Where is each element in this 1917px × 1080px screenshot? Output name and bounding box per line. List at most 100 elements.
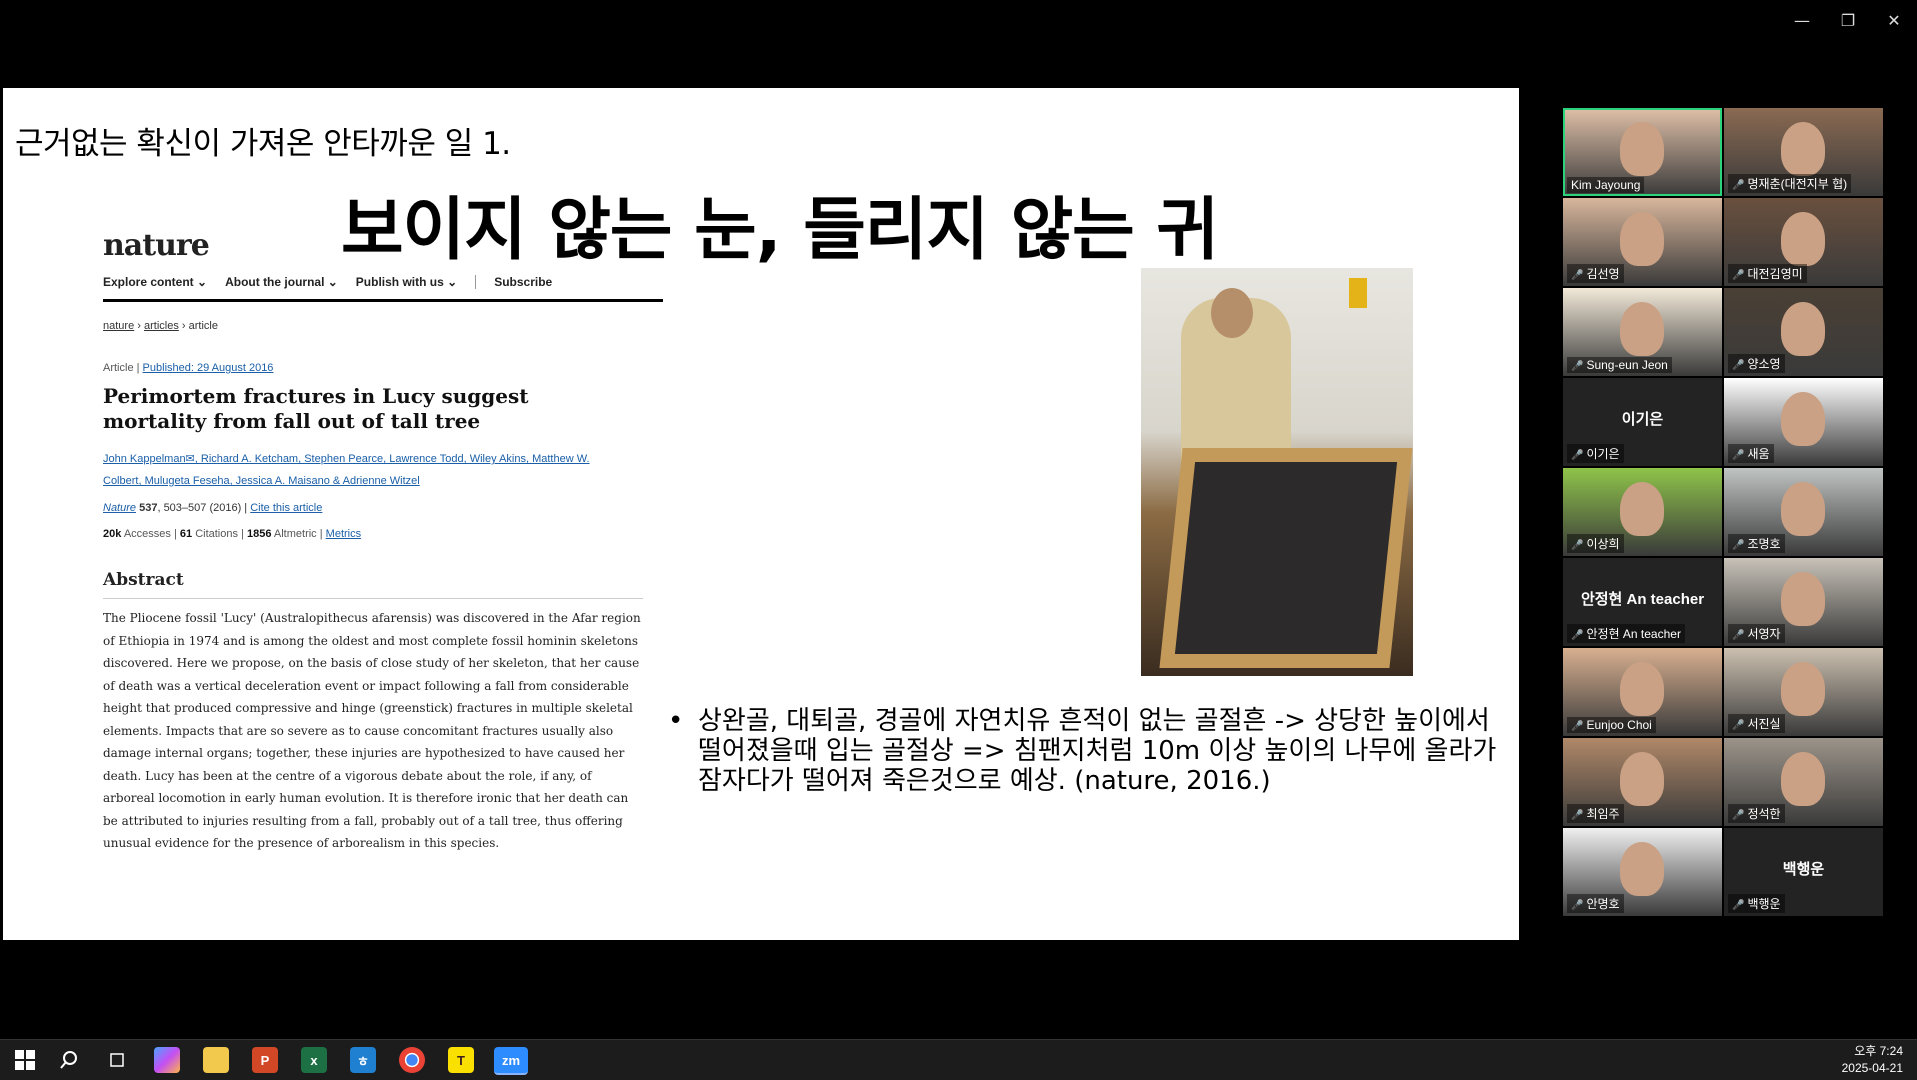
participant-name: 🎤 서진실 (1728, 714, 1785, 733)
accesses-label: Accesses (123, 528, 171, 540)
participant-name: 🎤 백행운 (1728, 894, 1785, 913)
participant-video (1781, 392, 1825, 446)
journal-volume: 537 (139, 502, 158, 514)
participant-name: 🎤 이기은 (1567, 444, 1624, 463)
fossil-tray (1159, 448, 1413, 668)
file-explorer-icon[interactable] (203, 1047, 229, 1073)
system-clock[interactable]: 오후 7:24 2025-04-21 (1842, 1043, 1903, 1077)
excel-icon[interactable]: x (301, 1047, 327, 1073)
powerpoint-icon[interactable]: P (252, 1047, 278, 1073)
windows-start-icon[interactable] (12, 1047, 38, 1073)
kakaotalk-icon[interactable]: T (448, 1047, 474, 1073)
abstract-text: The Pliocene fossil 'Lucy' (Australopith… (103, 611, 641, 850)
participant-tile[interactable]: 🎤 새움 (1724, 378, 1883, 466)
participant-tile[interactable]: 🎤 양소영 (1724, 288, 1883, 376)
bullet-icon: • (668, 706, 684, 736)
minimize-button[interactable]: — (1779, 0, 1825, 40)
metrics-link: Metrics (325, 528, 362, 540)
muted-mic-icon: 🎤 (1732, 810, 1745, 821)
participant-name: 🎤 안정현 An teacher (1567, 624, 1685, 643)
participant-display-name: 이기은 (1621, 411, 1664, 428)
participant-name-text: Kim Jayoung (1571, 178, 1641, 192)
participant-name-text: 안명호 (1586, 897, 1620, 911)
participant-tile[interactable]: 백행운 🎤 백행운 (1724, 828, 1883, 916)
nav-publish: Publish with us ⌄ (355, 275, 458, 289)
participant-name-text: 양소영 (1747, 357, 1781, 371)
chrome-icon[interactable] (399, 1047, 425, 1073)
abstract-heading: Abstract (103, 570, 643, 599)
muted-mic-icon: 🎤 (1732, 360, 1745, 371)
muted-mic-icon: 🎤 (1732, 180, 1745, 191)
citations-label: Citations (195, 528, 238, 540)
participant-name-text: 이기은 (1586, 447, 1620, 461)
hangul-icon[interactable]: ㅎ (350, 1047, 376, 1073)
task-view-icon[interactable] (104, 1047, 130, 1073)
participant-tile[interactable]: 🎤 서진실 (1724, 648, 1883, 736)
participant-tile[interactable]: 🎤 최임주 (1563, 738, 1722, 826)
participant-name: 🎤 정석한 (1728, 804, 1785, 823)
participant-name-text: 서진실 (1747, 717, 1781, 731)
participant-name-text: Sung-eun Jeon (1586, 358, 1668, 372)
participant-video (1620, 662, 1664, 716)
participant-name-text: 새움 (1747, 447, 1770, 461)
lucy-fossil-photo (1141, 268, 1413, 676)
participant-video (1781, 482, 1825, 536)
nature-logo: nature (103, 228, 210, 263)
breadcrumb: nature › articles › article (103, 320, 663, 332)
bullet-text: 상완골, 대퇴골, 경골에 자연치유 흔적이 없는 골절흔 -> 상당한 높이에… (698, 706, 1497, 796)
accesses-count: 20k (103, 528, 122, 540)
slide-heading: 근거없는 확신이 가져온 안타까운 일 1. (15, 126, 511, 162)
slide-bullet: • 상완골, 대퇴골, 경골에 자연치유 흔적이 없는 골절흔 -> 상당한 높… (668, 706, 1498, 796)
clock-time: 오후 7:24 (1854, 1044, 1903, 1058)
participant-name: 🎤 최임주 (1567, 804, 1624, 823)
participant-name-text: 조명호 (1747, 537, 1781, 551)
participant-tile[interactable]: 🎤 Sung-eun Jeon (1563, 288, 1722, 376)
participant-video (1620, 482, 1664, 536)
crumb-separator-icon: › (137, 320, 141, 332)
crumb-nature: nature (103, 320, 135, 332)
participant-tile[interactable]: 🎤 이상희 (1563, 468, 1722, 556)
participant-name-text: 안정현 An teacher (1586, 627, 1681, 641)
muted-mic-icon: 🎤 (1732, 450, 1745, 461)
participant-name: Kim Jayoung (1567, 177, 1645, 193)
participant-video (1781, 302, 1825, 356)
participant-tile[interactable]: 🎤 Eunjoo Choi (1563, 648, 1722, 736)
participant-tile[interactable]: 🎤 정석한 (1724, 738, 1883, 826)
restore-button[interactable]: ❐ (1825, 0, 1871, 40)
participant-tile[interactable]: 안정현 An teacher 🎤 안정현 An teacher (1563, 558, 1722, 646)
participant-tile[interactable]: 🎤 조명호 (1724, 468, 1883, 556)
zoom-icon[interactable]: zm (494, 1047, 528, 1075)
search-icon[interactable] (56, 1047, 82, 1073)
article-authors: John Kappelman✉, Richard A. Ketcham, Ste… (103, 453, 590, 487)
participant-tile[interactable]: Kim Jayoung (1563, 108, 1722, 196)
nature-nav: Explore content ⌄ About the journal ⌄ Pu… (103, 275, 663, 302)
copilot-icon[interactable] (154, 1047, 180, 1073)
close-button[interactable]: ✕ (1871, 0, 1917, 40)
crumb-article: article (188, 320, 218, 332)
muted-mic-icon: 🎤 (1732, 540, 1745, 551)
participants-gallery: Kim Jayoung 🎤 명재춘(대전지부 협) 🎤 김선영 🎤 대전김영미 🎤 Sung-e… (1563, 108, 1885, 918)
participant-display-name: 안정현 An teacher (1580, 591, 1705, 608)
participant-tile[interactable]: 🎤 김선영 (1563, 198, 1722, 286)
muted-mic-icon: 🎤 (1571, 900, 1584, 911)
article-stats: 20k Accesses | 61 Citations | 1856 Altme… (103, 528, 362, 540)
shared-slide: 근거없는 확신이 가져온 안타까운 일 1. 보이지 않는 눈, 들리지 않는 … (3, 88, 1519, 940)
participant-tile[interactable]: 🎤 대전김영미 (1724, 198, 1883, 286)
muted-mic-icon: 🎤 (1571, 810, 1584, 821)
altmetric-count: 1856 (246, 528, 272, 540)
published-date: Published: 29 August 2016 (142, 362, 274, 374)
participant-name: 🎤 양소영 (1728, 354, 1785, 373)
muted-mic-icon: 🎤 (1732, 630, 1745, 641)
participant-tile[interactable]: 이기은 🎤 이기은 (1563, 378, 1722, 466)
participant-video (1620, 212, 1664, 266)
participant-name-text: 정석한 (1747, 807, 1781, 821)
muted-mic-icon: 🎤 (1732, 270, 1745, 281)
participant-tile[interactable]: 🎤 서영자 (1724, 558, 1883, 646)
participant-video (1620, 302, 1664, 356)
muted-mic-icon: 🎤 (1571, 721, 1584, 732)
participant-tile[interactable]: 🎤 명재춘(대전지부 협) (1724, 108, 1883, 196)
muted-mic-icon: 🎤 (1571, 361, 1584, 372)
citations-count: 61 (179, 528, 193, 540)
participant-tile[interactable]: 🎤 안명호 (1563, 828, 1722, 916)
participant-name: 🎤 이상희 (1567, 534, 1624, 553)
